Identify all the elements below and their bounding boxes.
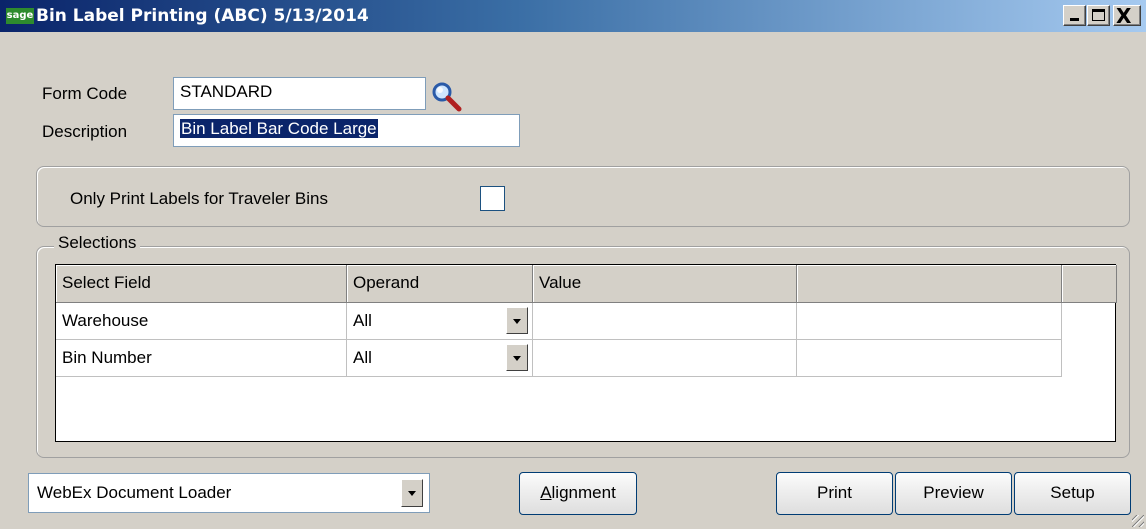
magnifier-icon[interactable] <box>430 80 464 114</box>
column-header-select-field[interactable]: Select Field <box>56 265 347 303</box>
title-bar[interactable]: sage Bin Label Printing (ABC) 5/13/2014 … <box>0 0 1146 32</box>
column-header-filler <box>1062 265 1117 303</box>
selections-grid[interactable]: Select Field Operand Value Warehouse All… <box>55 264 1117 442</box>
alignment-label-rest: lignment <box>551 483 616 502</box>
sage-logo-icon: sage <box>6 8 34 24</box>
alignment-accelerator: A <box>540 483 552 502</box>
traveler-bins-checkbox[interactable] <box>480 186 505 211</box>
printer-select[interactable]: WebEx Document Loader <box>28 473 430 513</box>
operand-dropdown-button[interactable] <box>506 307 528 334</box>
select-field-cell[interactable]: Warehouse <box>56 303 347 340</box>
operand-cell[interactable]: All <box>347 303 533 340</box>
close-icon: X <box>1116 4 1132 28</box>
column-header-value[interactable]: Value <box>533 265 797 303</box>
extra-cell[interactable] <box>797 303 1062 340</box>
maximize-button[interactable] <box>1087 5 1110 26</box>
minimize-button[interactable] <box>1063 5 1086 26</box>
minimize-icon <box>1070 18 1079 21</box>
window-title: Bin Label Printing (ABC) 5/13/2014 <box>36 6 369 26</box>
form-code-label: Form Code <box>42 84 128 103</box>
operand-value: All <box>353 348 372 367</box>
description-value: Bin Label Bar Code Large <box>180 119 378 138</box>
table-row[interactable]: Warehouse All <box>56 303 1062 340</box>
column-header-operand[interactable]: Operand <box>347 265 533 303</box>
print-button[interactable]: Print <box>776 472 893 515</box>
resize-grip[interactable] <box>1132 515 1144 527</box>
operand-value: All <box>353 311 372 330</box>
maximize-icon <box>1092 9 1105 21</box>
printer-value: WebEx Document Loader <box>37 483 232 502</box>
value-cell[interactable] <box>533 340 797 377</box>
bin-label-printing-window: sage Bin Label Printing (ABC) 5/13/2014 … <box>0 0 1146 529</box>
setup-button[interactable]: Setup <box>1014 472 1131 515</box>
operand-dropdown-button[interactable] <box>506 344 528 371</box>
value-cell[interactable] <box>533 303 797 340</box>
alignment-button[interactable]: Alignment <box>519 472 637 515</box>
selections-legend: Selections <box>54 233 141 253</box>
description-field[interactable]: Bin Label Bar Code Large <box>173 114 520 147</box>
column-header-extra[interactable] <box>797 265 1062 303</box>
traveler-bins-label: Only Print Labels for Traveler Bins <box>70 189 328 208</box>
form-code-field[interactable]: STANDARD <box>173 77 426 110</box>
close-button[interactable]: X <box>1113 4 1141 28</box>
printer-dropdown-button[interactable] <box>401 479 423 507</box>
grid-header: Select Field Operand Value <box>56 265 1117 303</box>
select-field-cell[interactable]: Bin Number <box>56 340 347 377</box>
description-label: Description <box>42 122 128 141</box>
operand-cell[interactable]: All <box>347 340 533 377</box>
extra-cell[interactable] <box>797 340 1062 377</box>
table-row[interactable]: Bin Number All <box>56 340 1062 377</box>
preview-button[interactable]: Preview <box>895 472 1012 515</box>
